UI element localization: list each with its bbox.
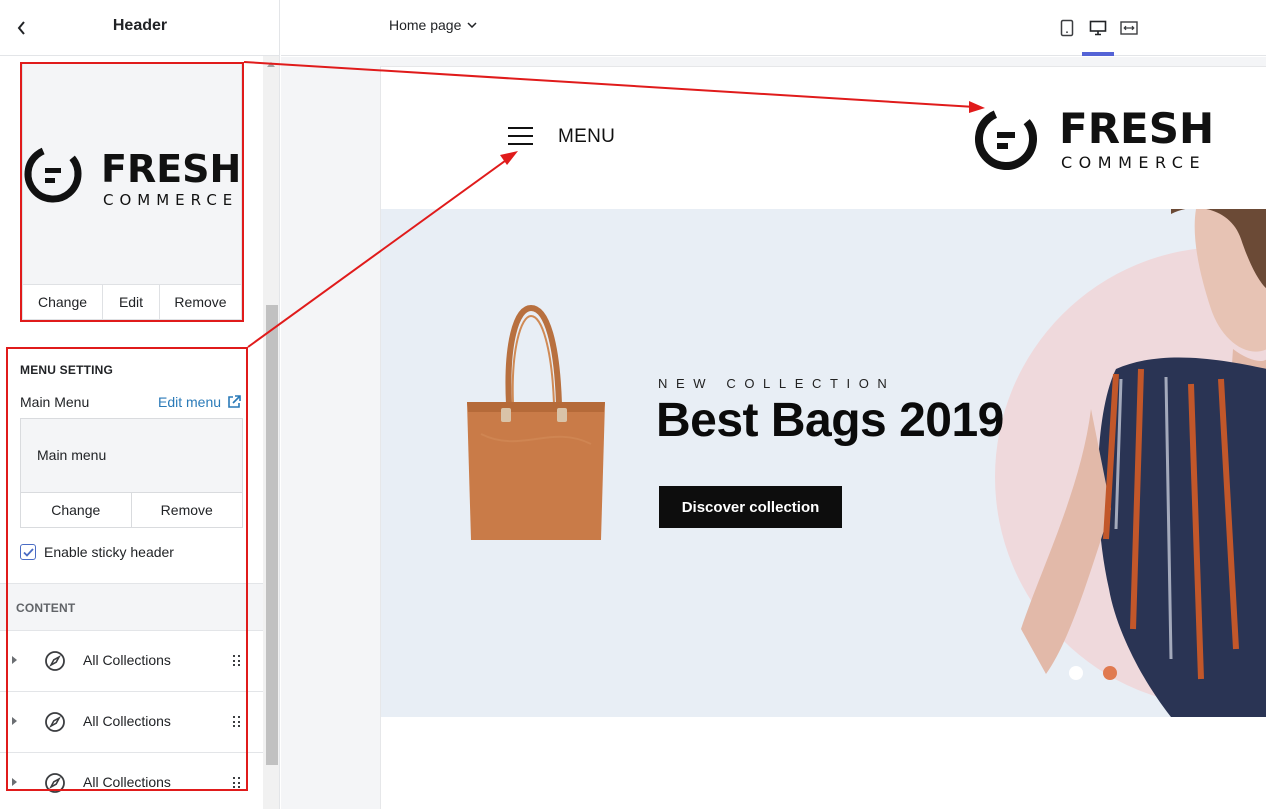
store-logo-word: FRESH <box>1059 104 1214 153</box>
chevron-down-icon <box>467 22 477 28</box>
collection-label: All Collections <box>83 774 171 790</box>
editor-toolbar: Home page <box>281 0 1266 56</box>
logo-tagline: COMMERCE <box>103 191 238 209</box>
list-item[interactable]: All Collections <box>0 692 263 753</box>
edit-logo-button[interactable]: Edit <box>103 285 160 319</box>
edit-menu-label: Edit menu <box>158 394 222 410</box>
sticky-header-option[interactable]: Enable sticky header <box>20 544 174 560</box>
settings-sidebar: Header FRESH COMMERCE Change Edit Remove… <box>0 0 280 809</box>
sidebar-title: Header <box>112 17 168 34</box>
hero-title: Best Bags 2019 <box>656 394 1004 447</box>
external-link-icon <box>228 395 241 408</box>
slider-dot-1[interactable] <box>1069 666 1083 680</box>
sidebar-scroll-thumb[interactable] <box>266 305 278 765</box>
drag-handle-icon[interactable] <box>233 716 241 728</box>
logo-picker: FRESH COMMERCE Change Edit Remove <box>22 63 242 320</box>
main-menu-label: Main Menu <box>20 394 90 410</box>
hero-eyebrow: NEW COLLECTION <box>658 376 896 391</box>
selected-menu-name: Main menu <box>37 447 107 463</box>
menu-picker: Main menu Change Remove <box>20 418 243 528</box>
edit-menu-link[interactable]: Edit menu <box>158 394 241 410</box>
hamburger-menu-icon[interactable] <box>508 125 534 147</box>
model-photo <box>1021 209 1266 717</box>
list-item[interactable]: All Collections <box>0 631 263 692</box>
desktop-view-button[interactable] <box>1086 16 1110 40</box>
checkmark-icon <box>22 547 34 557</box>
expand-caret-icon[interactable] <box>12 656 17 664</box>
logo-word: FRESH <box>101 147 241 191</box>
selected-menu-preview: Main menu <box>21 419 242 493</box>
change-menu-button[interactable]: Change <box>21 493 132 527</box>
collection-label: All Collections <box>83 713 171 729</box>
scroll-up-arrow-icon[interactable] <box>267 62 275 67</box>
remove-menu-button[interactable]: Remove <box>132 493 243 527</box>
desktop-view-icon <box>1089 20 1107 36</box>
collection-label: All Collections <box>83 652 171 668</box>
content-heading: CONTENT <box>16 601 76 615</box>
sidebar-header: Header <box>0 0 279 56</box>
compass-icon <box>45 651 65 671</box>
mobile-view-button[interactable] <box>1055 16 1079 40</box>
full-width-view-button[interactable] <box>1117 16 1141 40</box>
change-logo-button[interactable]: Change <box>23 285 103 319</box>
store-logo-tagline: COMMERCE <box>1061 153 1206 172</box>
page-selector-label: Home page <box>389 17 462 33</box>
hero-slider: NEW COLLECTION Best Bags 2019 Discover c… <box>381 209 1266 717</box>
logo-actions: Change Edit Remove <box>23 284 241 319</box>
page-selector[interactable]: Home page <box>389 17 477 33</box>
expand-caret-icon[interactable] <box>12 717 17 725</box>
slider-dot-2[interactable] <box>1103 666 1117 680</box>
sticky-header-label: Enable sticky header <box>44 544 174 560</box>
mobile-view-icon <box>1060 19 1074 37</box>
store-preview: MENU FRESH COMMERCE NEW COLLECTION Best … <box>380 66 1266 809</box>
sticky-header-checkbox[interactable] <box>20 544 36 560</box>
expand-caret-icon[interactable] <box>12 778 17 786</box>
list-item[interactable]: All Collections <box>0 753 263 809</box>
remove-logo-button[interactable]: Remove <box>160 285 241 319</box>
full-width-view-icon <box>1120 21 1138 35</box>
discover-collection-button[interactable]: Discover collection <box>659 486 842 528</box>
compass-icon <box>45 712 65 732</box>
drag-handle-icon[interactable] <box>233 655 241 667</box>
store-logo[interactable]: FRESH COMMERCE <box>973 101 1218 173</box>
active-view-indicator <box>1082 52 1114 56</box>
logo-image: FRESH COMMERCE <box>24 145 241 209</box>
menu-actions: Change Remove <box>21 493 242 527</box>
drag-handle-icon[interactable] <box>233 777 241 789</box>
menu-setting-heading: MENU SETTING <box>20 363 114 377</box>
compass-icon <box>45 773 65 793</box>
menu-label[interactable]: MENU <box>558 126 615 148</box>
tote-bag-image <box>467 304 605 540</box>
